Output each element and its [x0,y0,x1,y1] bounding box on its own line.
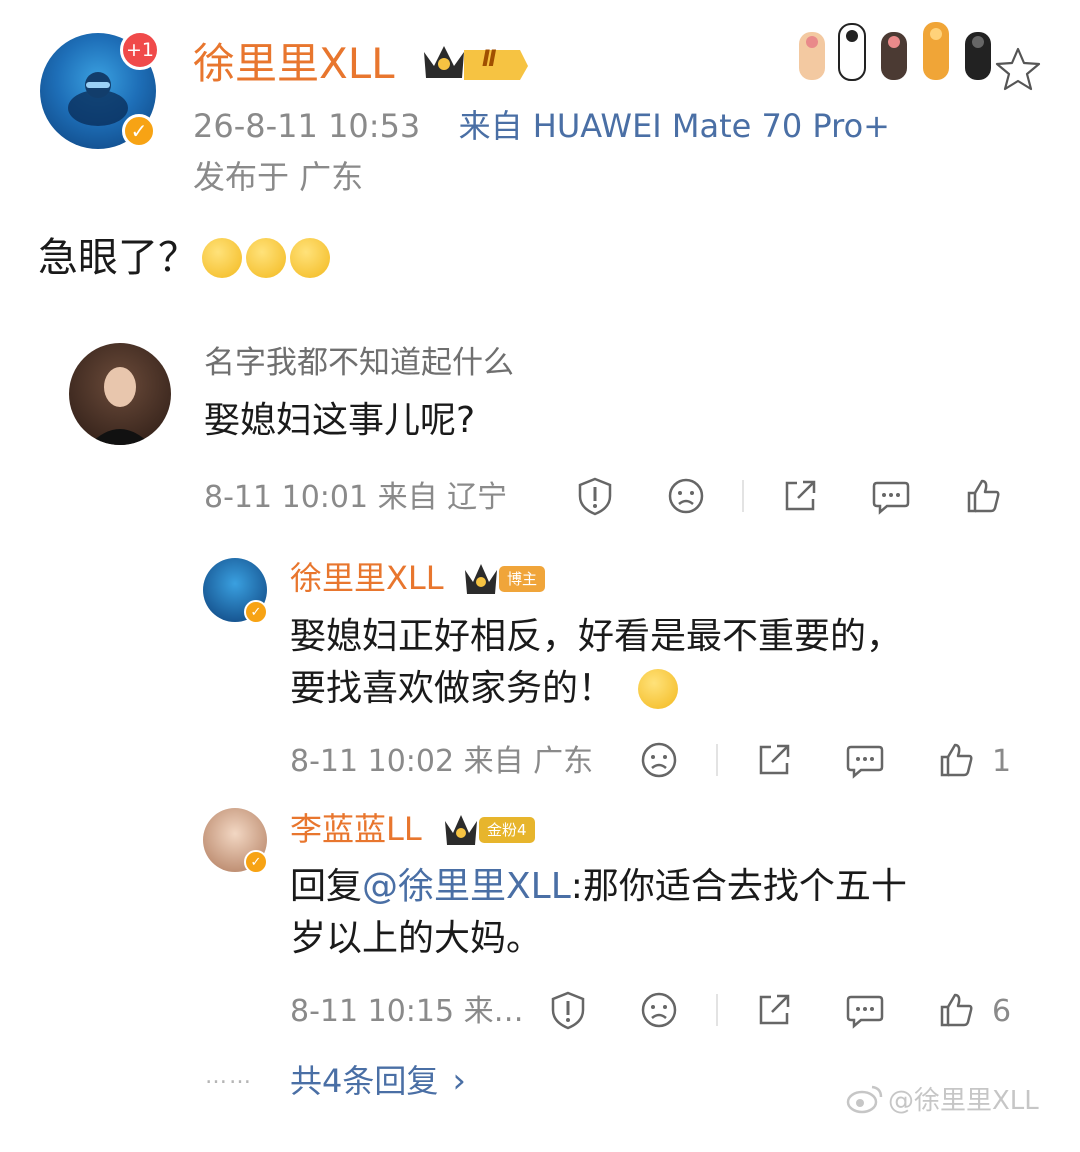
like-count: 6 [992,994,1012,1029]
crown-icon [445,815,477,845]
divider [742,480,744,512]
reply-content-line: 娶媳妇正好相反，好看是最不重要的， [290,616,903,657]
post-content: 急眼了？ [38,233,330,283]
reply-badges: 金粉4 [443,813,535,847]
reply-prefix: 回复 [290,866,363,907]
dislike-face-icon[interactable] [639,990,679,1030]
comment-meta: 8-11 10:01 来自 辽宁 [204,480,508,515]
level-number: Ⅱ [482,47,497,72]
post-source[interactable]: 来自 HUAWEI Mate 70 Pro+ [459,107,890,145]
comment-icon[interactable] [845,740,885,780]
post-location: 发布于 广东 [193,158,364,196]
more-replies-label: 共4条回复 [290,1062,439,1100]
dislike-face-icon[interactable] [639,740,679,780]
divider [716,744,718,776]
star-icon[interactable] [995,46,1041,92]
reply-content-line: 要找喜欢做家务的！ [290,668,615,709]
weibo-logo-icon [846,1085,883,1113]
like-count: 1 [992,744,1012,779]
emoji-thinking-icon [202,238,242,278]
share-icon[interactable] [754,740,794,780]
blogger-tag: 博主 [499,566,546,592]
more-replies-link[interactable]: 共4条回复 › [290,1060,466,1102]
like-icon[interactable] [936,740,976,780]
reply-badges: 博主 [463,562,546,596]
watermark: @徐里里XLL [846,1080,1039,1117]
verified-icon: ✓ [244,600,268,624]
comment-content: 娶媳妇这事儿呢? [204,400,476,441]
watermark-text: @徐里里XLL [888,1086,1039,1116]
share-icon[interactable] [780,476,820,516]
verified-icon: ✓ [244,850,268,874]
emoji-thinking-icon [246,238,286,278]
dislike-face-icon[interactable] [666,476,706,516]
like-icon[interactable] [963,476,1003,516]
report-icon[interactable] [548,990,588,1030]
comment-author-name[interactable]: 名字我都不知道起什么 [204,342,514,384]
reply-author-name[interactable]: 李蓝蓝LL [290,808,422,850]
report-icon[interactable] [575,476,615,516]
verified-icon: ✓ [122,114,156,148]
reply-author-name[interactable]: 徐里里XLL [290,557,444,599]
more-replies-dots: …… [205,1064,253,1089]
emoji-sleepy-icon [638,669,679,709]
reply-meta: 8-11 10:02 来自 广东 [290,744,594,779]
divider [716,994,718,1026]
crown-icon [465,564,497,594]
emoji-thinking-icon [290,238,330,278]
reply-content-line: 岁以上的大妈。 [290,918,543,959]
comment-icon[interactable] [845,990,885,1030]
notification-badge: +1 [120,30,160,70]
commenter-avatar[interactable] [69,343,171,445]
comment-icon[interactable] [871,476,911,516]
level-crown-badge: Ⅱ [420,40,532,84]
share-icon[interactable] [754,990,794,1030]
reply-meta: 8-11 10:15 来… [290,994,524,1029]
mention-link[interactable]: @徐里里XLL [362,866,571,907]
post-content-text: 急眼了？ [38,235,198,281]
post-timestamp: 26-8-11 10:53 [193,107,421,145]
reply-content-line: 回复@徐里里XLL:那你适合去找个五十 [290,862,907,912]
chevron-right-icon: › [452,1061,466,1101]
like-icon[interactable] [936,990,976,1030]
post-author-name[interactable]: 徐里里XLL [193,38,395,90]
fan-level-tag: 金粉4 [479,817,535,843]
reply-content-text: :那你适合去找个五十 [570,866,907,907]
